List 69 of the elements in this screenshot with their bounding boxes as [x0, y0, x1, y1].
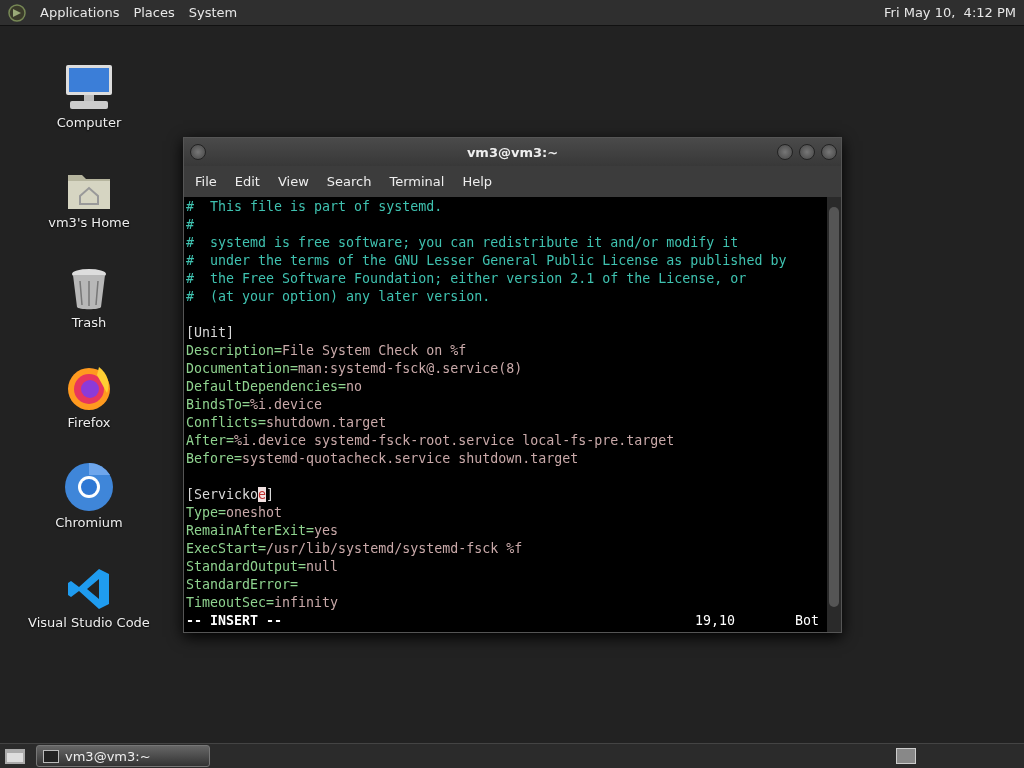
config-key: After= — [186, 433, 235, 448]
cursor-position: 19,10 — [694, 612, 735, 630]
menu-item[interactable]: Help — [453, 174, 502, 189]
config-value: %i.device — [250, 397, 323, 412]
menu-item[interactable]: Terminal — [380, 174, 454, 189]
config-key: Type= — [186, 505, 227, 520]
panel-menu[interactable]: Places — [133, 5, 175, 20]
monitor-icon — [64, 63, 114, 111]
config-key: RemainAfterExit= — [186, 523, 315, 538]
minimize-button[interactable] — [777, 144, 793, 160]
menu-logo-icon — [8, 3, 26, 22]
config-value: oneshot — [226, 505, 283, 520]
vscode-icon — [67, 567, 111, 611]
config-key: StandardOutput= — [186, 559, 307, 574]
window-title: vm3@vm3:~ — [466, 144, 559, 160]
vim-mode: -- INSERT -- — [186, 612, 283, 630]
desktop-icon-label[interactable]: Firefox — [67, 415, 111, 430]
menu-item[interactable]: Edit — [225, 174, 269, 189]
desktop-folder-icon[interactable] — [4, 747, 26, 765]
clock[interactable]: Fri May 10, 4:12 PM — [884, 5, 1016, 20]
window-menu-button[interactable] — [190, 144, 206, 160]
config-key: BindsTo= — [186, 397, 251, 412]
chromium-icon — [65, 463, 113, 511]
desktop-icon-label[interactable]: Visual Studio Code — [28, 615, 150, 630]
section-header: [Servicko — [186, 487, 259, 502]
config-value: no — [346, 379, 363, 394]
config-value: man:systemd-fsck@.service(8) — [298, 361, 523, 376]
desktop-icon-label[interactable]: Trash — [71, 315, 107, 330]
section-header: [Unit] — [186, 325, 235, 340]
config-value: shutdown.target — [266, 415, 387, 430]
scrollbar[interactable] — [827, 197, 841, 632]
config-value: null — [306, 559, 339, 574]
text-cursor: e — [258, 487, 267, 502]
comment-line: # This file is part of systemd. — [186, 199, 443, 214]
taskbar-button[interactable]: vm3@vm3:~ — [36, 745, 210, 767]
maximize-button[interactable] — [799, 144, 815, 160]
desktop-icon-label[interactable]: Computer — [56, 115, 122, 130]
config-key: DefaultDependencies= — [186, 379, 347, 394]
terminal-icon — [43, 749, 59, 763]
workspace-switcher[interactable] — [896, 748, 916, 764]
config-key: Conflicts= — [186, 415, 267, 430]
menu-item[interactable]: Search — [317, 174, 381, 189]
menu-item[interactable]: File — [186, 174, 226, 189]
config-value: %i.device systemd-fsck-root.service local-fs-pre.target — [234, 433, 675, 448]
config-key: StandardError= — [186, 577, 299, 592]
config-key: Documentation= — [186, 361, 299, 376]
config-value: File System Check on %f — [282, 343, 467, 358]
section-header: ] — [266, 487, 275, 502]
trash-icon — [70, 267, 108, 311]
comment-line: # — [186, 217, 194, 232]
comment-line: # systemd is free software; you can redistribute it and/or modify it — [186, 235, 739, 250]
panel-menu[interactable]: System — [188, 5, 238, 20]
menu-item[interactable]: View — [268, 174, 318, 189]
config-key: TimeoutSec= — [186, 595, 275, 610]
desktop-icon-label[interactable]: Chromium — [55, 515, 123, 530]
close-button[interactable] — [821, 144, 837, 160]
comment-line: # under the terms of the GNU Lesser General Public License as published by — [186, 253, 787, 268]
config-value: yes — [314, 523, 339, 538]
comment-line: # (at your option) any later version. — [186, 289, 491, 304]
config-key: Description= — [186, 343, 283, 358]
config-value: systemd-quotacheck.service shutdown.target — [242, 451, 579, 466]
config-key: Before= — [186, 451, 243, 466]
config-key: ExecStart= — [186, 541, 267, 556]
scroll-position: Bot — [794, 612, 819, 630]
config-value: /usr/lib/systemd/systemd-fsck %f — [266, 541, 523, 556]
comment-line: # the Free Software Foundation; either version 2.1 of the License, or — [186, 271, 747, 286]
panel-menu[interactable]: Applications — [40, 5, 120, 20]
desktop-icon-label[interactable]: vm3's Home — [48, 215, 130, 230]
config-value: infinity — [274, 595, 339, 610]
